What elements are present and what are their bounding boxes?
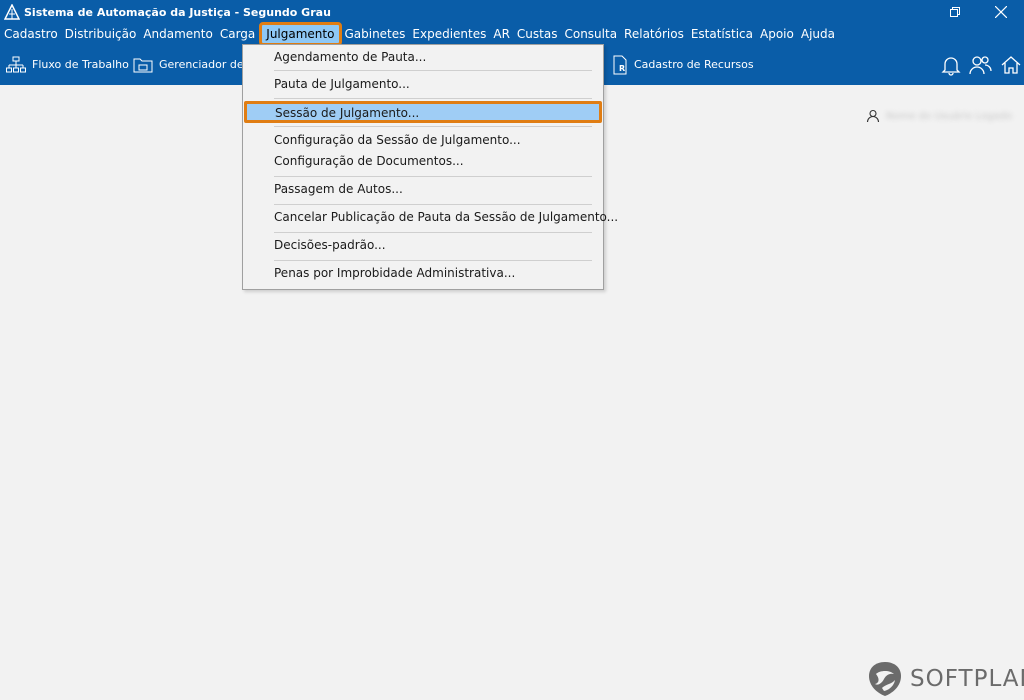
org-chart-icon (6, 56, 26, 72)
gerenciador-button[interactable]: Gerenciador de A (133, 44, 255, 85)
user-name: Nome do Usuário Logado (886, 110, 1012, 122)
bell-icon[interactable] (940, 54, 962, 76)
menu-gabinetes[interactable]: Gabinetes (342, 24, 410, 44)
menu-separator (274, 204, 592, 205)
menu-item-agendamento-de-pauta[interactable]: Agendamento de Pauta... (243, 47, 603, 67)
close-icon (995, 6, 1007, 18)
softplan-wordmark: SOFTPLAN (910, 666, 1024, 692)
title-bar: Sistema de Automação da Justiça - Segund… (0, 0, 1024, 24)
svg-text:R: R (619, 64, 625, 73)
window-title: Sistema de Automação da Justiça - Segund… (24, 5, 331, 19)
menu-separator (274, 126, 592, 127)
menu-distribuicao[interactable]: Distribuição (63, 24, 142, 44)
app-logo-icon (4, 4, 20, 20)
folder-icon (133, 58, 153, 72)
menu-apoio[interactable]: Apoio (758, 24, 799, 44)
menu-ar[interactable]: AR (491, 24, 515, 44)
user-icon (866, 109, 880, 123)
menu-item-sessao-de-julgamento[interactable]: Sessão de Julgamento... (244, 101, 602, 123)
menu-item-cancelar-publicacao[interactable]: Cancelar Publicação de Pauta da Sessão d… (243, 207, 618, 227)
fluxo-de-trabalho-button[interactable]: Fluxo de Trabalho (6, 44, 129, 85)
users-icon[interactable] (968, 54, 992, 76)
close-button[interactable] (978, 0, 1024, 24)
menu-item-pauta-de-julgamento[interactable]: Pauta de Julgamento... (243, 74, 603, 94)
julgamento-dropdown-menu: Agendamento de Pauta... Pauta de Julgame… (242, 44, 618, 290)
menu-cadastro[interactable]: Cadastro (2, 24, 63, 44)
menu-consulta[interactable]: Consulta (562, 24, 622, 44)
menu-separator (274, 176, 592, 177)
menu-carga[interactable]: Carga (218, 24, 260, 44)
logged-user: Nome do Usuário Logado (866, 109, 1012, 123)
menu-item-configuracao-da-sessao[interactable]: Configuração da Sessão de Julgamento... (243, 130, 603, 150)
menu-separator (274, 260, 592, 261)
restore-icon (950, 7, 960, 17)
toolbar-right-icons (940, 44, 1022, 85)
cadastro-de-recursos-button[interactable]: R Cadastro de Recursos (612, 44, 754, 85)
recursos-label: Cadastro de Recursos (634, 58, 754, 71)
menu-separator (274, 70, 592, 71)
menu-julgamento[interactable]: Julgamento (259, 22, 343, 46)
fluxo-label: Fluxo de Trabalho (32, 58, 129, 71)
menu-relatorios[interactable]: Relatórios (622, 24, 689, 44)
window-controls (932, 0, 1024, 24)
menu-estatistica[interactable]: Estatística (689, 24, 758, 44)
menu-item-decisoes-padrao[interactable]: Decisões-padrão... (243, 235, 603, 255)
softplan-logo: SOFTPLAN (866, 660, 1024, 698)
gerenciador-label: Gerenciador de A (159, 58, 255, 71)
restore-button[interactable] (932, 0, 978, 24)
menu-custas[interactable]: Custas (515, 24, 563, 44)
menu-separator (274, 98, 592, 99)
menu-item-configuracao-de-documentos[interactable]: Configuração de Documentos... (243, 151, 603, 171)
menu-separator (274, 232, 592, 233)
softplan-shield-icon (869, 662, 901, 696)
menu-item-penas-por-improbidade[interactable]: Penas por Improbidade Administrativa... (243, 263, 603, 283)
menu-item-passagem-de-autos[interactable]: Passagem de Autos... (243, 179, 603, 199)
document-r-icon: R (613, 55, 627, 74)
home-icon[interactable] (1000, 54, 1022, 76)
menu-ajuda[interactable]: Ajuda (799, 24, 840, 44)
menu-bar: Cadastro Distribuição Andamento Carga Ju… (0, 22, 1024, 46)
menu-andamento[interactable]: Andamento (141, 24, 218, 44)
menu-expedientes[interactable]: Expedientes (410, 24, 491, 44)
